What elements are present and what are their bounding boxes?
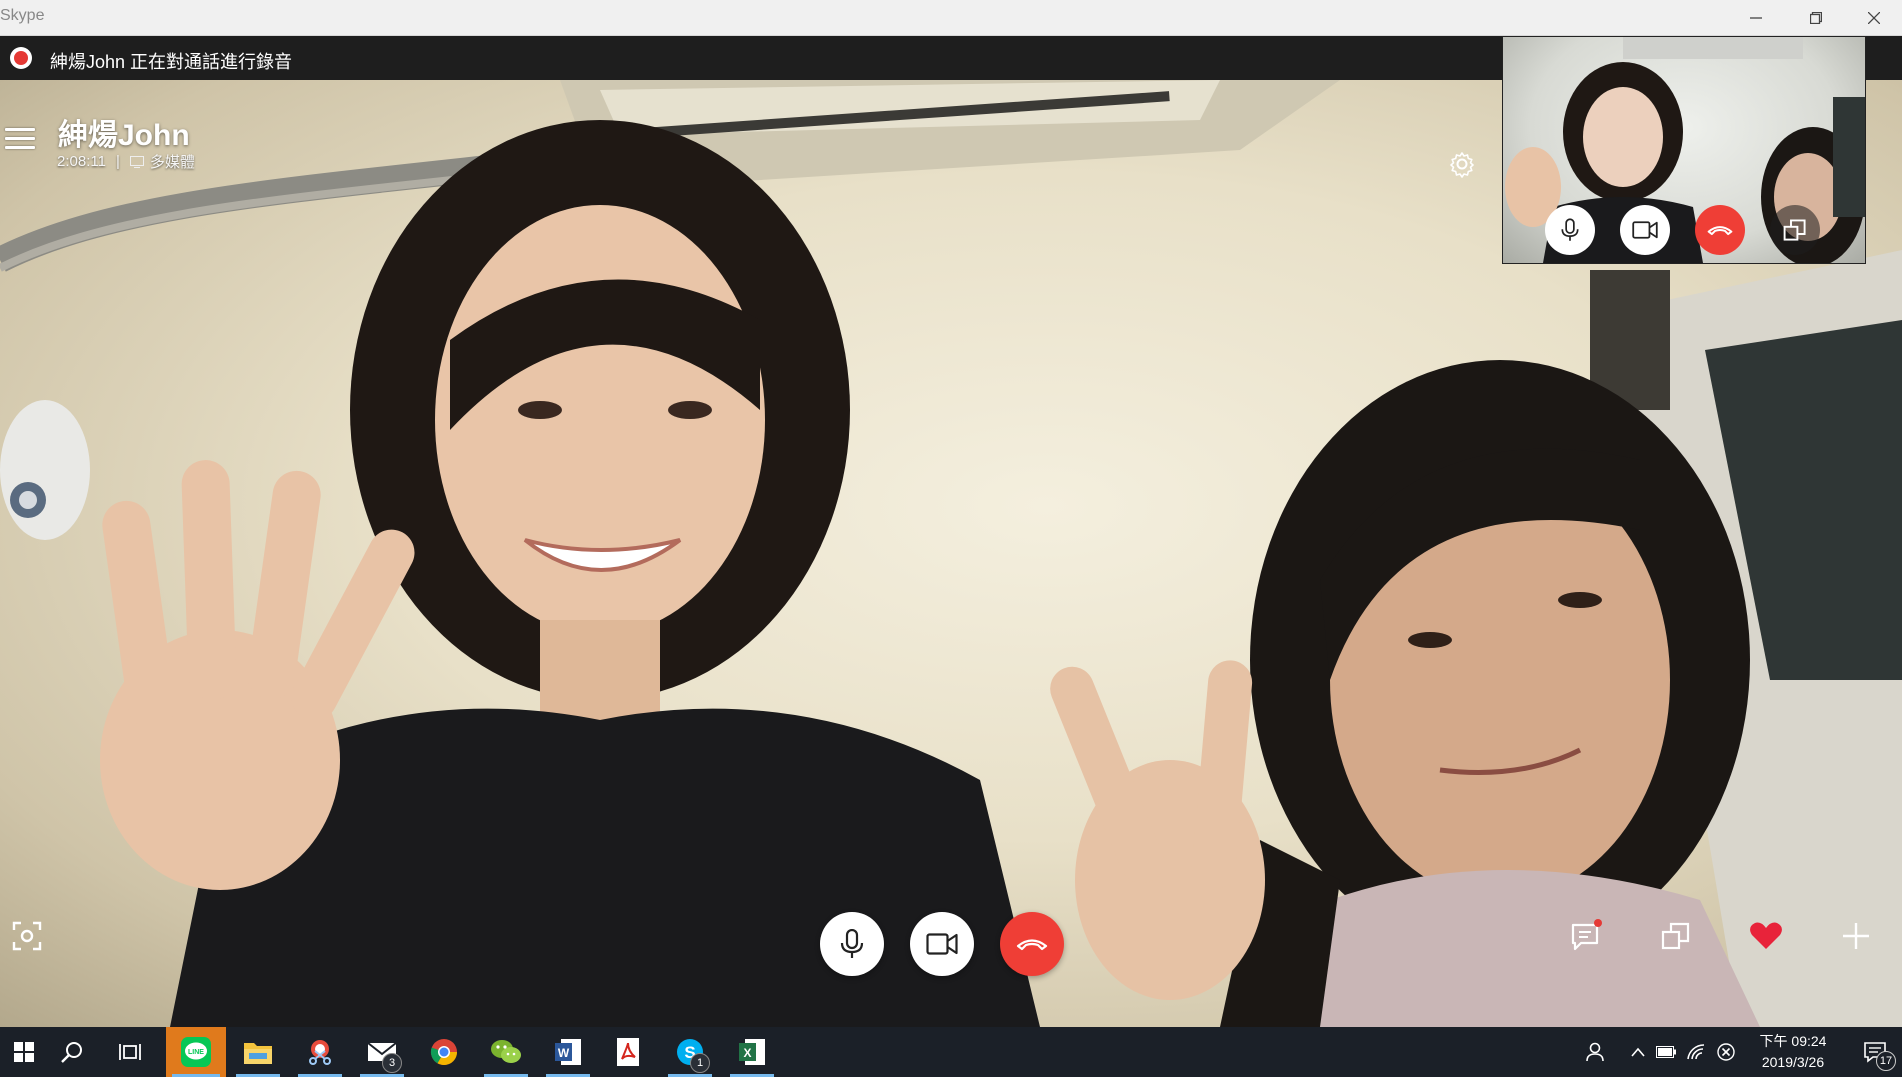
word-icon: W [555, 1039, 581, 1065]
self-view-video-button[interactable] [1620, 205, 1670, 255]
end-call-icon [1707, 226, 1733, 236]
battery-icon [1656, 1046, 1676, 1058]
more-options-button[interactable] [1838, 918, 1874, 954]
svg-text:W: W [558, 1046, 570, 1060]
task-view-icon [119, 1044, 141, 1060]
self-view-switch-button[interactable] [1770, 205, 1820, 255]
system-clock[interactable]: 下午 09:24 2019/3/26 [1745, 1031, 1841, 1073]
mute-volume-icon [1717, 1043, 1735, 1061]
switch-window-icon [1661, 922, 1690, 950]
react-button[interactable] [1748, 918, 1784, 954]
media-icon [129, 155, 144, 168]
microphone-icon [1561, 218, 1579, 241]
call-duration: 2:08:11 [57, 153, 106, 170]
end-call-icon [1016, 939, 1048, 951]
mute-button[interactable] [820, 912, 884, 976]
menu-button[interactable] [5, 128, 35, 152]
wifi-icon [1687, 1044, 1705, 1060]
recording-text: 紳煬John 正在對通話進行錄音 [50, 52, 293, 72]
call-meta: 2:08:11 | 多媒體 [57, 151, 195, 172]
call-mode-label: 多媒體 [149, 154, 195, 171]
scissors-icon [309, 1040, 331, 1065]
clock-time: 下午 09:24 [1759, 1033, 1827, 1049]
folder-icon [244, 1043, 272, 1064]
line-app-icon: LINE [181, 1037, 211, 1067]
video-camera-icon [926, 933, 958, 955]
start-button[interactable] [0, 1027, 48, 1077]
restore-icon [1810, 12, 1822, 24]
taskbar-app-skype[interactable]: S 1 [662, 1027, 718, 1077]
self-view-mute-button[interactable] [1545, 205, 1595, 255]
add-icon [1843, 923, 1869, 949]
video-camera-icon [1632, 221, 1658, 239]
task-view-button[interactable] [104, 1027, 156, 1077]
minimize-button[interactable] [1728, 0, 1784, 36]
svg-text:X: X [743, 1046, 751, 1060]
window-title-bar: Skype [0, 0, 1902, 36]
person-right-hand [1050, 660, 1265, 1000]
taskbar-app-acrobat[interactable] [600, 1027, 656, 1077]
restore-button[interactable] [1788, 0, 1844, 36]
notification-count: 17 [1876, 1051, 1896, 1071]
taskbar-app-mail[interactable]: 3 [354, 1027, 410, 1077]
snapshot-button[interactable] [9, 918, 45, 954]
taskbar-app-word[interactable]: W [540, 1027, 596, 1077]
settings-button[interactable] [1448, 150, 1476, 178]
video-button[interactable] [910, 912, 974, 976]
svg-text:LINE: LINE [188, 1049, 204, 1056]
battery-button[interactable] [1652, 1027, 1680, 1077]
taskbar-app-snipping-tool[interactable] [292, 1027, 348, 1077]
taskbar: LINE 3 W S 1 X 下午 09:24 2019/3/26 17 [0, 1027, 1902, 1077]
volume-button[interactable] [1712, 1027, 1740, 1077]
chevron-up-icon [1631, 1047, 1645, 1057]
search-button[interactable] [48, 1027, 96, 1077]
microphone-icon [840, 929, 864, 958]
action-center-button[interactable]: 17 [1848, 1027, 1902, 1077]
window-title: Skype [0, 7, 45, 24]
chat-notification-dot [1594, 919, 1602, 927]
self-view-end-call-button[interactable] [1695, 205, 1745, 255]
meta-separator: | [115, 153, 120, 170]
contact-name: 紳煬John [58, 119, 190, 152]
taskbar-app-excel[interactable]: X [724, 1027, 780, 1077]
chrome-icon [430, 1039, 458, 1066]
heart-icon [1750, 922, 1782, 949]
wechat-icon [491, 1040, 521, 1063]
snapshot-icon [12, 921, 42, 951]
switch-window-icon [1783, 219, 1806, 241]
show-hidden-icons-button[interactable] [1624, 1027, 1652, 1077]
close-icon [1868, 12, 1880, 24]
people-button[interactable] [1578, 1027, 1612, 1077]
skype-badge: 1 [690, 1053, 710, 1073]
chat-icon [1571, 919, 1602, 951]
search-icon [61, 1042, 82, 1063]
people-icon [1586, 1042, 1604, 1062]
switch-window-button[interactable] [1658, 918, 1694, 954]
gear-icon [1450, 152, 1474, 178]
chat-button[interactable] [1568, 918, 1604, 954]
wall-device [0, 400, 90, 540]
taskbar-app-chrome[interactable] [416, 1027, 472, 1077]
self-view[interactable] [1502, 36, 1866, 264]
pdf-icon [617, 1038, 639, 1066]
clock-date: 2019/3/26 [1761, 1054, 1825, 1070]
recording-icon [10, 47, 32, 69]
mail-badge: 3 [382, 1053, 402, 1073]
taskbar-app-file-explorer[interactable] [230, 1027, 286, 1077]
taskbar-app-line[interactable]: LINE [166, 1027, 226, 1077]
close-button[interactable] [1846, 0, 1902, 36]
excel-icon: X [739, 1039, 765, 1065]
minimize-icon [1750, 17, 1762, 19]
taskbar-app-wechat[interactable] [478, 1027, 534, 1077]
end-call-button[interactable] [1000, 912, 1064, 976]
network-button[interactable] [1682, 1027, 1710, 1077]
windows-logo-icon [14, 1042, 34, 1062]
